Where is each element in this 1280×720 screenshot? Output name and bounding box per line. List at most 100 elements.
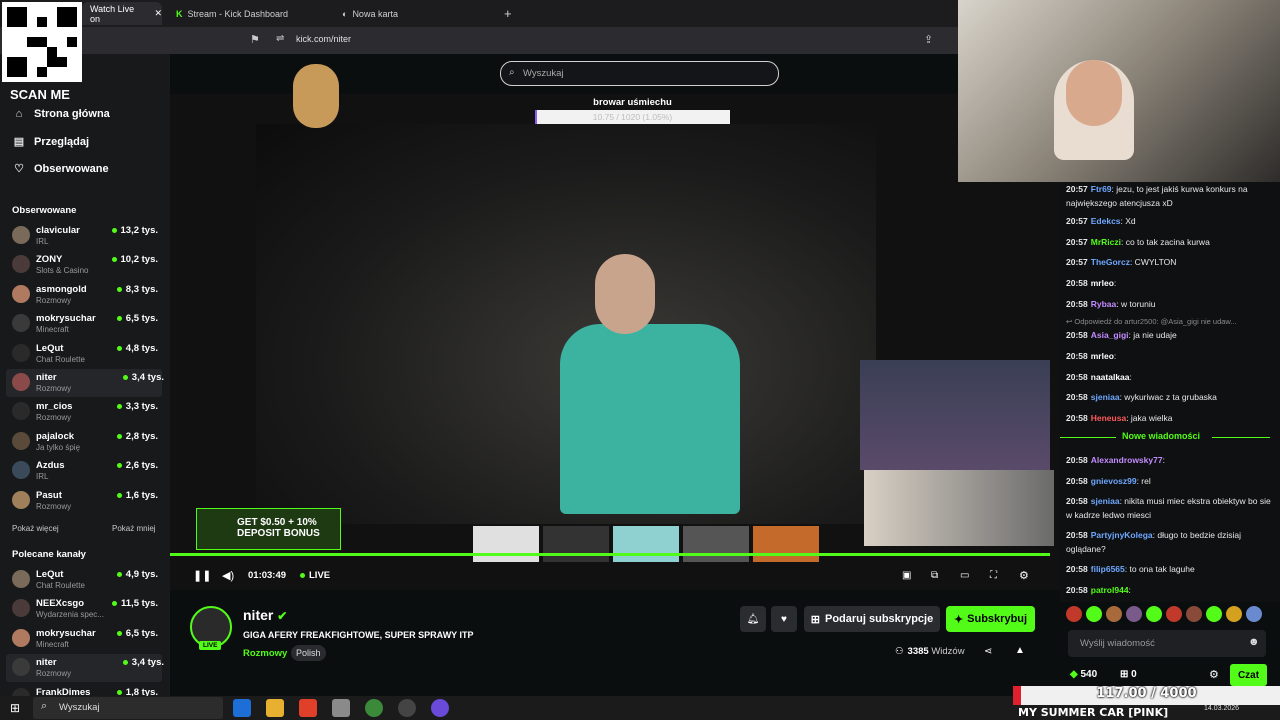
chat-username[interactable]: patrol944 — [1091, 585, 1129, 595]
emote-icon[interactable] — [1146, 606, 1162, 622]
show-more-link[interactable]: Pokaż więcej — [12, 524, 59, 533]
thumbnail[interactable] — [613, 526, 679, 562]
deposit-banner[interactable]: GET $0.50 + 10% DEPOSIT BONUS — [196, 508, 341, 550]
chat-username[interactable]: naatalkaa — [1091, 372, 1130, 382]
sidebar-channel[interactable]: clavicular IRL 13,2 tys. — [0, 222, 162, 250]
chat-send-button[interactable]: Czat — [1230, 664, 1267, 686]
sidebar-channel[interactable]: Azdus IRL 2,6 tys. — [0, 457, 162, 485]
sidebar-channel[interactable]: NEEXcsgo Wydarzenia spec... 11,5 tys. — [0, 595, 162, 623]
thumbnail[interactable] — [753, 526, 819, 562]
gift-subs-button[interactable]: ⊞ Podaruj subskrypcje — [804, 606, 940, 632]
thumbnail[interactable] — [683, 526, 749, 562]
notification-button[interactable]: 🔔︎ — [740, 606, 766, 632]
emote-icon[interactable] — [1126, 606, 1142, 622]
emote-icon[interactable] — [1186, 606, 1202, 622]
sidebar-channel[interactable]: FrankDimes 1,8 tys. — [0, 684, 162, 696]
live-dot — [116, 571, 122, 577]
chat-username[interactable]: mrleo — [1091, 351, 1114, 361]
sidebar-channel[interactable]: niter Rozmowy 3,4 tys. — [6, 369, 164, 397]
chat-username[interactable]: PartyjnyKolega — [1091, 530, 1153, 540]
video-player[interactable]: GET $0.50 + 10% DEPOSIT BONUS — [170, 94, 1060, 590]
sidebar-channel[interactable]: LeQut Chat Roulette 4,8 tys. — [0, 340, 162, 368]
chat-username[interactable]: Rybaa — [1091, 299, 1117, 309]
emote-icon[interactable] — [1086, 606, 1102, 622]
channel-viewers-value: 2,6 tys. — [125, 460, 158, 472]
theater-icon[interactable]: ▭ — [960, 570, 969, 581]
sidebar-channel[interactable]: mokrysuchar Minecraft 6,5 tys. — [0, 310, 162, 338]
channel-points[interactable]: ◆ 540 — [1070, 669, 1097, 680]
chat-username[interactable]: Heneusa — [1091, 413, 1126, 423]
chrome-icon[interactable] — [365, 699, 383, 717]
chat-username[interactable]: Alexandrowsky77 — [1091, 455, 1163, 465]
sidebar-channel[interactable]: niter Rozmowy 3,4 tys. — [6, 654, 164, 683]
follow-button[interactable]: ♥ — [771, 606, 797, 632]
emote-icon[interactable] — [1226, 606, 1242, 622]
nav-browse[interactable]: ▤ Przeglądaj — [12, 135, 89, 149]
share-icon[interactable]: ⋖ — [984, 646, 992, 657]
brave-icon[interactable] — [299, 699, 317, 717]
sidebar-channel[interactable]: Pasut Rozmowy 1,6 tys. — [0, 487, 162, 515]
chat-settings-icon[interactable]: ⚙ — [1209, 668, 1219, 681]
subscribe-button[interactable]: ✦ Subskrybuj — [946, 606, 1035, 632]
chat-username[interactable]: gnievosz99 — [1091, 476, 1137, 486]
nav-following[interactable]: ♡ Obserwowane — [12, 162, 109, 176]
volume-icon[interactable]: ◀) — [222, 569, 234, 582]
edge-icon[interactable] — [233, 699, 251, 717]
tab-kick-watch[interactable]: Watch Live on ✕ — [82, 2, 162, 25]
emote-icon[interactable] — [1166, 606, 1182, 622]
emote-icon[interactable] — [1206, 606, 1222, 622]
obs-icon[interactable] — [398, 699, 416, 717]
nav-home[interactable]: ⌂ Strona główna — [12, 108, 110, 120]
taskbar-search[interactable]: ⌕ Wyszukaj — [33, 697, 223, 719]
chat-username[interactable]: Asia_gigi — [1091, 330, 1129, 340]
show-less-link[interactable]: Pokaż mniej — [112, 524, 156, 533]
chat-username[interactable]: TheGorcz — [1091, 257, 1130, 267]
stream-language-tag[interactable]: Polish — [291, 645, 326, 661]
report-icon[interactable]: ▲ — [1015, 645, 1025, 656]
emoji-icon[interactable]: ☻ — [1248, 636, 1260, 648]
sidebar-channel[interactable]: asmongold Rozmowy 8,3 tys. — [0, 281, 162, 309]
thumbnail[interactable] — [543, 526, 609, 562]
stream-category[interactable]: Rozmowy — [243, 648, 287, 659]
chat-input[interactable]: Wyślij wiadomość ☻ — [1068, 630, 1266, 657]
windows-start-icon[interactable]: ⊞ — [10, 701, 20, 715]
sidebar-channel[interactable]: LeQut Chat Roulette 4,9 tys. — [0, 566, 162, 594]
clip-icon[interactable]: ⧉ — [931, 570, 938, 581]
fullscreen-icon[interactable]: ⛶ — [990, 570, 997, 581]
sidebar-channel[interactable]: pajalock Ja tylko śpię 2,8 tys. — [0, 428, 162, 456]
emote-icon[interactable] — [1246, 606, 1262, 622]
chat-username[interactable]: filip6565 — [1091, 564, 1125, 574]
emote-icon[interactable] — [1106, 606, 1122, 622]
chat-username[interactable]: mrleo — [1091, 278, 1114, 288]
bookmark-icon[interactable]: ⚑ — [250, 33, 260, 46]
settings-icon[interactable]: ⚙ — [1019, 569, 1029, 582]
app-icon[interactable] — [332, 699, 350, 717]
folder-icon[interactable] — [266, 699, 284, 717]
search-input[interactable]: ⌕ Wyszukaj — [500, 61, 779, 86]
chat-username[interactable]: Ftr69 — [1091, 184, 1112, 194]
chat-message: 20:58 Heneusa: jaka wielka — [1066, 411, 1272, 425]
site-info-icon[interactable]: ⇌ — [276, 33, 284, 44]
share-icon[interactable]: ⇪ — [924, 33, 933, 46]
chat-username[interactable]: sjeniaa — [1091, 392, 1120, 402]
playback-progress[interactable] — [170, 553, 1050, 556]
sidebar-channel[interactable]: mokrysuchar Minecraft 6,5 tys. — [0, 625, 162, 653]
url-field[interactable]: kick.com/niter — [296, 34, 351, 44]
pause-icon[interactable]: ❚❚ — [193, 569, 211, 582]
chat-username[interactable]: MrRiczi — [1091, 237, 1121, 247]
streamer-name[interactable]: niter ✔ — [243, 607, 287, 623]
gift-count[interactable]: ⊞ 0 — [1120, 669, 1137, 680]
miniplayer-icon[interactable]: ▣ — [902, 570, 911, 581]
close-icon[interactable]: ✕ — [154, 8, 162, 19]
chat-timestamp: 20:58 — [1066, 585, 1088, 595]
new-tab-button[interactable]: + — [496, 2, 516, 25]
tab-new[interactable]: ◐ Nowa karta — [334, 2, 484, 25]
discord-icon[interactable] — [431, 699, 449, 717]
chat-username[interactable]: sjeniaa — [1091, 496, 1120, 506]
tab-kick-dashboard[interactable]: K Stream - Kick Dashboard — [168, 2, 328, 25]
chat-username[interactable]: Edekcs — [1091, 216, 1121, 226]
thumbnail[interactable] — [473, 526, 539, 562]
emote-icon[interactable] — [1066, 606, 1082, 622]
sidebar-channel[interactable]: mr_cios Rozmowy 3,3 tys. — [0, 398, 162, 426]
sidebar-channel[interactable]: ZONY Slots & Casino 10,2 tys. — [0, 251, 162, 279]
